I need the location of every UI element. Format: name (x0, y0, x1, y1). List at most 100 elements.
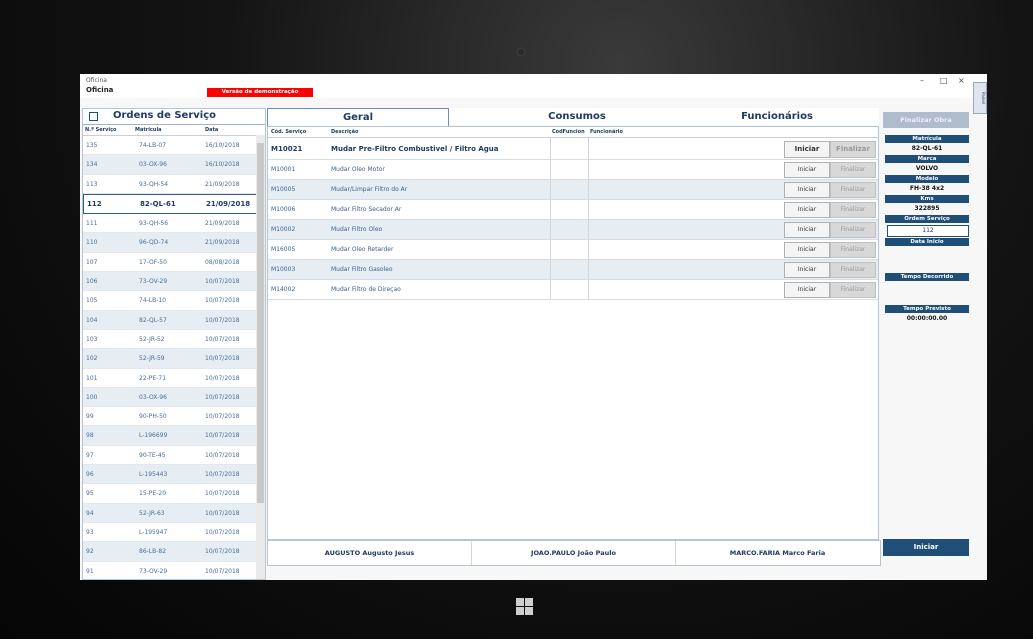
service-order-row[interactable]: 103 52-JR-52 10/07/2018 (83, 330, 265, 350)
refresh-icon[interactable] (89, 112, 98, 121)
col-header-description[interactable]: Descrição (331, 129, 358, 135)
service-order-row[interactable]: 104 82-QL-57 10/07/2018 (83, 310, 265, 330)
service-order-row[interactable]: 99 90-PH-50 10/07/2018 (83, 407, 265, 427)
service-order-row[interactable]: 135 74-LB-07 16/10/2018 (83, 136, 265, 156)
service-code: M10003 (271, 266, 296, 273)
app-window: Oficina Oficina Versão de demonstração –… (80, 74, 987, 580)
scrollbar[interactable] (256, 135, 265, 579)
service-code: M16005 (271, 246, 296, 253)
start-service-button[interactable]: Iniciar (784, 202, 830, 218)
service-order-date: 10/07/2018 (205, 528, 240, 536)
service-order-row[interactable]: 111 93-QH-56 21/09/2018 (83, 214, 265, 234)
service-order-num: 97 (86, 451, 94, 459)
service-order-row[interactable]: 134 03-OX-96 16/10/2018 (83, 155, 265, 175)
service-order-row[interactable]: 110 96-QD-74 21/09/2018 (83, 233, 265, 253)
service-row[interactable]: M10005 Mudar/Limpar Filtro do Ar Iniciar Fi… (268, 180, 878, 200)
service-order-row[interactable]: 98 L-196699 10/07/2018 (83, 426, 265, 446)
col-header-codfuncion[interactable]: CodFuncion (552, 129, 585, 135)
col-header-date[interactable]: Data (205, 127, 218, 133)
service-row[interactable]: M10021 Mudar Pre-Filtro Combustivel / Fil… (268, 138, 878, 160)
start-service-button[interactable]: Iniciar (784, 182, 830, 198)
column-divider (550, 200, 551, 219)
col-header-num[interactable]: N.º Serviço (85, 127, 116, 133)
service-orders-list: 135 74-LB-07 16/10/2018 134 03-OX-96 16/10/20… (83, 136, 265, 580)
finish-service-button[interactable]: Finalizar (830, 262, 876, 278)
service-order-row[interactable]: 113 93-QH-54 21/09/2018 (83, 175, 265, 194)
service-row[interactable]: M10001 Mudar Oleo Motor Iniciar Finalizar (268, 160, 878, 180)
finish-service-button[interactable]: Finalizar (830, 141, 876, 158)
start-service-button[interactable]: Iniciar (784, 282, 830, 298)
tab-funcionarios[interactable]: Funcionários (687, 108, 867, 125)
start-button[interactable]: Iniciar (883, 539, 969, 556)
service-code: M14002 (271, 286, 296, 293)
finish-service-button[interactable]: Finalizar (830, 162, 876, 178)
tab-consumos[interactable]: Consumos (487, 108, 667, 125)
start-service-button[interactable]: Iniciar (784, 141, 830, 158)
column-divider (588, 200, 589, 219)
service-order-row[interactable]: 100 03-OX-96 10/07/2018 (83, 387, 265, 408)
service-order-plate: L-196699 (139, 432, 168, 440)
service-order-row[interactable]: 106 73-OV-29 10/07/2018 (83, 272, 265, 292)
service-order-num: 113 (86, 180, 98, 188)
column-divider (588, 180, 589, 199)
service-order-row[interactable]: 97 90-TE-45 10/07/2018 (83, 446, 265, 466)
service-order-row[interactable]: 102 52-JR-59 10/07/2018 (83, 349, 265, 369)
tab-geral[interactable]: Geral (267, 108, 449, 126)
service-order-plate: 74-LB-07 (139, 142, 167, 149)
service-order-date: 16/10/2018 (205, 142, 240, 149)
service-order-row[interactable]: 92 86-LB-82 10/07/2018 (83, 542, 265, 562)
service-order-row[interactable]: 96 L-195443 10/07/2018 (83, 465, 265, 485)
column-divider (550, 260, 551, 279)
service-order-row[interactable]: 95 15-PE-20 10/07/2018 (83, 484, 265, 504)
service-order-row[interactable]: 105 74-LB-10 10/07/2018 (83, 291, 265, 311)
finish-service-button[interactable]: Finalizar (830, 222, 876, 238)
finish-service-button[interactable]: Finalizar (830, 202, 876, 218)
service-order-num: 110 (86, 239, 98, 247)
service-order-plate: 86-LB-82 (139, 548, 167, 556)
finish-service-button[interactable]: Finalizar (830, 242, 876, 258)
service-order-row[interactable]: 94 52-JR-63 10/07/2018 (83, 503, 265, 523)
service-order-num: 94 (86, 509, 94, 517)
service-row[interactable]: M10002 Mudar Filtro Oleo Iniciar Finalizar (268, 220, 878, 240)
start-service-button[interactable]: Iniciar (784, 162, 830, 178)
service-order-num: 135 (86, 142, 98, 149)
service-order-date: 10/07/2018 (205, 413, 240, 421)
start-service-button[interactable]: Iniciar (784, 262, 830, 278)
service-order-row[interactable]: 93 L-195947 10/07/2018 (83, 523, 265, 543)
service-order-row[interactable]: 107 17-OF-50 08/08/2018 (83, 253, 265, 273)
service-order-date: 10/07/2018 (205, 374, 240, 382)
service-row[interactable]: M10003 Mudar Filtro Gasoleo Iniciar Finaliz… (268, 260, 878, 280)
col-header-code[interactable]: Cód. Serviço (271, 129, 306, 135)
tab-bar: Geral Consumos Funcionários (267, 108, 879, 126)
service-order-row[interactable]: 101 22-PE-71 10/07/2018 (83, 369, 265, 388)
windows-logo-icon[interactable] (516, 598, 534, 616)
service-row[interactable]: M14002 Mudar Filtro de Direçao Iniciar Fina… (268, 280, 878, 300)
service-order-date: 10/07/2018 (205, 471, 240, 479)
col-header-plate[interactable]: Matrícula (135, 127, 162, 133)
service-order-num: 92 (86, 548, 94, 556)
scrollbar-thumb[interactable] (257, 143, 264, 503)
service-order-row[interactable]: 112 82-QL-61 21/09/2018 (83, 193, 265, 215)
plate-value: 82-QL-61 (911, 145, 943, 152)
service-order-num: 104 (86, 316, 98, 324)
service-order-plate: 52-JR-63 (139, 509, 165, 517)
service-order-row[interactable]: 91 73-OV-29 10/07/2018 (83, 562, 265, 580)
service-row[interactable]: M10006 Mudar Filtro Secador Ar Iniciar Fina… (268, 200, 878, 220)
close-button[interactable]: × (958, 76, 965, 85)
worker-item[interactable]: JOAO.PAULO João Paulo (472, 541, 676, 565)
finish-job-button[interactable]: Finalizar Obra (883, 112, 969, 128)
service-order-value: 112 (887, 225, 969, 237)
finish-service-button[interactable]: Finalizar (830, 282, 876, 298)
worker-item[interactable]: MARCO.FARIA Marco Faria (676, 541, 879, 565)
start-service-button[interactable]: Iniciar (784, 242, 830, 258)
expected-time-label: Tempo Previsto (885, 305, 969, 313)
service-order-label: Ordem Serviço (885, 215, 969, 223)
col-header-funcionario[interactable]: Funcionário (590, 129, 623, 135)
worker-item[interactable]: AUGUSTO Augusto Jesus (268, 541, 472, 565)
service-row[interactable]: M16005 Mudar Oleo Retarder Iniciar Finaliza… (268, 240, 878, 260)
start-service-button[interactable]: Iniciar (784, 222, 830, 238)
start-date-label: Data Inicio (885, 238, 969, 246)
maximize-button[interactable]: □ (940, 76, 948, 85)
finish-service-button[interactable]: Finalizar (830, 182, 876, 198)
minimize-button[interactable]: – (920, 76, 924, 85)
